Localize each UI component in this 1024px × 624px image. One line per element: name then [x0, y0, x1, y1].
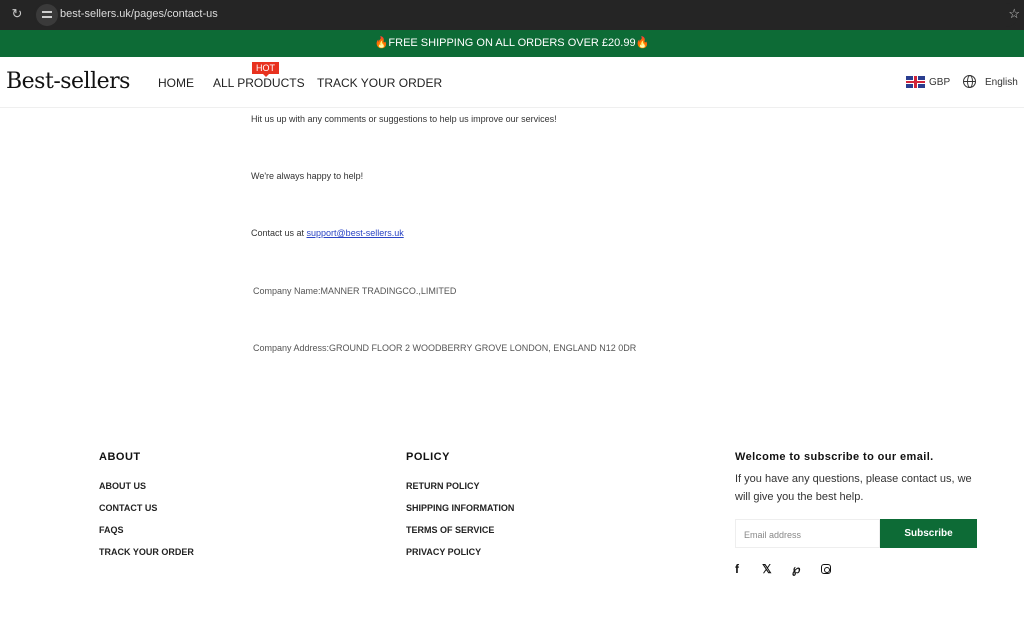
- facebook-icon[interactable]: f: [735, 562, 739, 576]
- footer-link-shipping-info[interactable]: SHIPPING INFORMATION: [406, 503, 514, 513]
- url-text[interactable]: best-sellers.uk/pages/contact-us: [60, 8, 218, 20]
- intro-text: Hit us up with any comments or suggestio…: [251, 114, 557, 124]
- hot-badge: HOT: [252, 62, 279, 77]
- contact-line: Contact us at support@best-sellers.uk: [251, 228, 404, 238]
- logo[interactable]: Best-sellers: [6, 69, 130, 94]
- x-icon[interactable]: 𝕏: [762, 562, 772, 576]
- site-header: Best-sellers HOME HOT ALL PRODUCTS TRACK…: [0, 57, 1024, 108]
- footer-link-contact-us[interactable]: CONTACT US: [99, 503, 157, 513]
- nav-track-order[interactable]: TRACK YOUR ORDER: [317, 76, 442, 90]
- support-email-link[interactable]: support@best-sellers.uk: [307, 228, 404, 238]
- footer-link-track-order[interactable]: TRACK YOUR ORDER: [99, 547, 194, 557]
- company-name: Company Name:MANNER TRADINGCO.,LIMITED: [253, 286, 457, 296]
- help-text: We're always happy to help!: [251, 171, 364, 181]
- footer-link-about-us[interactable]: ABOUT US: [99, 481, 146, 491]
- language-selector[interactable]: English: [985, 77, 1018, 88]
- subscribe-description: If you have any questions, please contac…: [735, 473, 972, 503]
- email-input[interactable]: Email address: [735, 519, 880, 548]
- currency-selector[interactable]: GBP: [929, 77, 950, 88]
- footer-link-faqs[interactable]: FAQS: [99, 525, 124, 535]
- browser-toolbar: ↻ best-sellers.uk/pages/contact-us ☆: [0, 0, 1024, 30]
- footer-link-return-policy[interactable]: RETURN POLICY: [406, 481, 480, 491]
- footer-link-privacy[interactable]: PRIVACY POLICY: [406, 547, 481, 557]
- footer-link-terms[interactable]: TERMS OF SERVICE: [406, 525, 494, 535]
- nav-home[interactable]: HOME: [158, 76, 194, 90]
- site-settings-icon[interactable]: [36, 4, 58, 26]
- pinterest-icon[interactable]: ℘: [792, 562, 800, 576]
- subscribe-title: Welcome to subscribe to our email.: [735, 451, 934, 463]
- instagram-icon[interactable]: [821, 564, 831, 574]
- footer-policy-heading: POLICY: [406, 451, 450, 463]
- announcement-bar: 🔥FREE SHIPPING ON ALL ORDERS OVER £20.99…: [0, 30, 1024, 57]
- subscribe-button[interactable]: Subscribe: [880, 519, 977, 548]
- company-address: Company Address:GROUND FLOOR 2 WOODBERRY…: [253, 343, 637, 353]
- nav-all-products[interactable]: ALL PRODUCTS: [213, 76, 305, 90]
- contact-prefix: Contact us at: [251, 228, 307, 238]
- globe-icon[interactable]: [963, 75, 976, 88]
- footer-about-heading: ABOUT: [99, 451, 141, 463]
- bookmark-star-icon[interactable]: ☆: [1008, 6, 1020, 22]
- reload-icon[interactable]: ↻: [10, 7, 24, 21]
- uk-flag-icon[interactable]: [906, 76, 925, 88]
